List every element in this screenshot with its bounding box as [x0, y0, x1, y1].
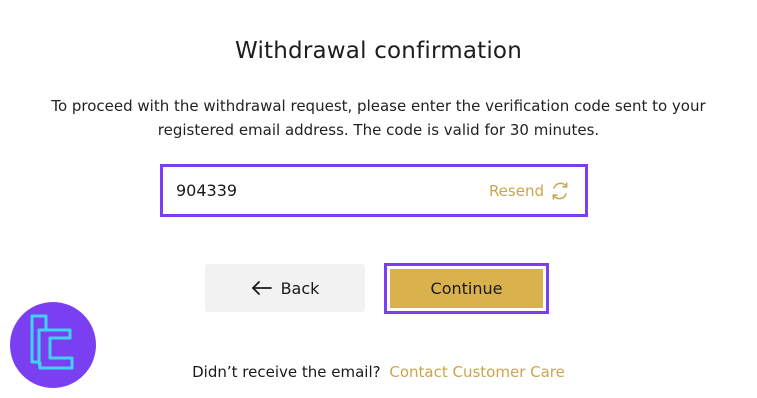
footer-prompt: Didn’t receive the email? — [192, 363, 381, 381]
continue-button[interactable]: Continue — [390, 269, 543, 308]
verification-code-input[interactable] — [166, 169, 489, 212]
contact-customer-care-link[interactable]: Contact Customer Care — [389, 363, 565, 381]
brand-logo-mark — [30, 314, 74, 370]
back-button[interactable]: Back — [205, 264, 365, 312]
brand-logo — [10, 302, 96, 388]
page-title: Withdrawal confirmation — [235, 38, 522, 64]
back-label: Back — [280, 278, 320, 298]
resend-label: Resend — [488, 181, 544, 200]
continue-label: Continue — [430, 279, 503, 298]
arrow-left-icon — [251, 281, 272, 295]
resend-button[interactable]: Resend — [489, 181, 582, 201]
refresh-icon — [552, 181, 568, 200]
instructions-text: To proceed with the withdrawal request, … — [51, 97, 706, 139]
verification-code-field[interactable]: Resend — [166, 169, 582, 212]
footer-help: Didn’t receive the email? Contact Custom… — [0, 363, 757, 381]
